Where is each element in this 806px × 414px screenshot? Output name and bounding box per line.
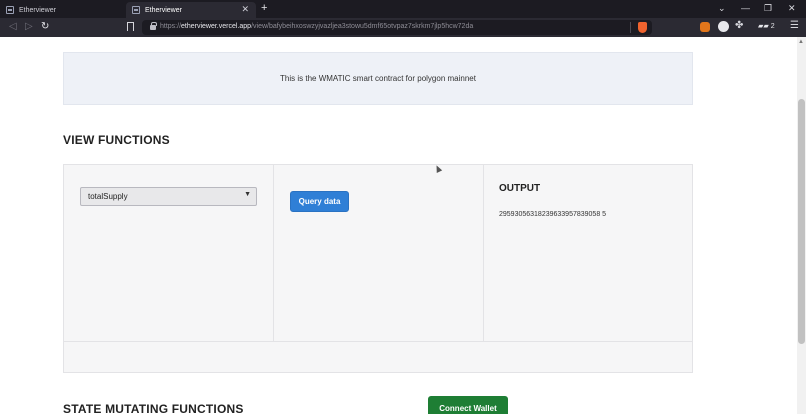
etherviewer-favicon-icon (132, 6, 140, 14)
divider (273, 165, 274, 341)
plus-icon[interactable]: + (261, 3, 267, 14)
view-functions-title: VIEW FUNCTIONS (63, 133, 170, 147)
panel-footer (63, 342, 693, 373)
profile-avatar-icon[interactable] (718, 21, 729, 32)
wallet-badge[interactable]: ▰▰ 2 (758, 22, 775, 30)
minimize-icon[interactable]: — (741, 3, 750, 13)
function-select[interactable]: totalSupply ▼ (80, 187, 257, 206)
brave-shield-icon[interactable] (638, 22, 647, 33)
browser-toolbar: ◁ ▷ ↻ https://etherviewer.vercel.app/vie… (0, 18, 806, 37)
page-scrollbar[interactable]: ▲ (797, 37, 806, 414)
forward-icon[interactable]: ▷ (25, 21, 33, 33)
contract-description: This is the WMATIC smart contract for po… (280, 74, 476, 83)
tab-etherviewer-1[interactable]: Etherviewer (0, 2, 124, 18)
back-icon[interactable]: ◁ (9, 21, 17, 33)
address-bar[interactable]: https://etherviewer.vercel.app/view/bafy… (142, 20, 652, 35)
menu-icon[interactable]: ☰ (790, 20, 799, 32)
tab-title: Etherviewer (19, 6, 56, 14)
divider (483, 165, 484, 341)
url-text[interactable]: https://etherviewer.vercel.app/view/bafy… (160, 23, 473, 30)
state-functions-title: STATE MUTATING FUNCTIONS (63, 402, 244, 414)
output-title: OUTPUT (499, 183, 541, 194)
etherviewer-favicon-icon (6, 6, 14, 14)
bookmark-icon[interactable] (127, 22, 134, 31)
reload-icon[interactable]: ↻ (41, 21, 49, 33)
lock-icon (150, 22, 157, 30)
tab-bar: Etherviewer Etherviewer ✕ + ⌄ — ❐ ✕ (0, 0, 806, 18)
tab-etherviewer-2[interactable]: Etherviewer ✕ (126, 2, 256, 18)
scroll-up-icon[interactable]: ▲ (798, 39, 804, 45)
close-icon[interactable]: ✕ (788, 3, 796, 13)
divider (630, 22, 631, 33)
tab-close-icon[interactable]: ✕ (241, 5, 249, 14)
metamask-fox-icon[interactable] (700, 22, 710, 32)
chevron-down-icon: ▼ (244, 191, 251, 198)
contract-info-box: This is the WMATIC smart contract for po… (63, 52, 693, 105)
tab-title: Etherviewer (145, 6, 182, 14)
restore-icon[interactable]: ❐ (764, 3, 772, 13)
output-value: 29593056318239633957839058 5 (499, 211, 607, 218)
page-viewport: This is the WMATIC smart contract for po… (0, 37, 797, 414)
connect-wallet-button[interactable]: Connect Wallet (428, 396, 508, 414)
query-data-button[interactable]: Query data (290, 191, 349, 212)
chevron-down-icon[interactable]: ⌄ (718, 3, 726, 13)
extensions-puzzle-icon[interactable]: ✤ (735, 20, 743, 32)
view-functions-panel: totalSupply ▼ Query data OUTPUT 29593056… (63, 164, 693, 342)
scroll-thumb[interactable] (798, 99, 805, 344)
